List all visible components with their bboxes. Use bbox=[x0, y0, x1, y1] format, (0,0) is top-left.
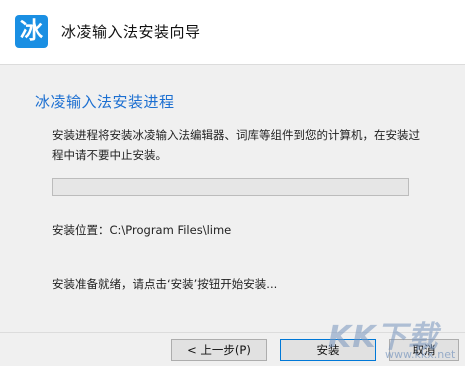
watermark-url: www.kkx.net bbox=[385, 348, 456, 361]
title-bar: 冰 冰凌输入法安装向导 bbox=[0, 0, 465, 64]
page-heading: 冰凌输入法安装进程 bbox=[35, 93, 175, 111]
back-button[interactable]: < 上一步(P) bbox=[171, 339, 267, 361]
app-logo-glyph: 冰 bbox=[20, 18, 43, 44]
install-progress-bar bbox=[52, 178, 409, 196]
content-panel: 冰凌输入法安装进程 安装进程将安装冰凌输入法编辑器、词库等组件到您的计算机，在安… bbox=[0, 65, 465, 332]
site-watermark: KK下载 www.kkx.net bbox=[328, 312, 463, 362]
install-location: 安装位置：C:\Program Files\lime bbox=[52, 223, 232, 237]
window-title: 冰凌输入法安装向导 bbox=[61, 23, 201, 41]
ready-message: 安装准备就绪，请点击‘安装’按钮开始安装... bbox=[52, 277, 278, 291]
install-description: 安装进程将安装冰凌输入法编辑器、词库等组件到您的计算机，在安装过程中请不要中止安… bbox=[52, 128, 420, 162]
app-logo-icon: 冰 bbox=[15, 15, 48, 48]
installer-window: 冰 冰凌输入法安装向导 冰凌输入法安装进程 安装进程将安装冰凌输入法编辑器、词库… bbox=[0, 0, 465, 366]
